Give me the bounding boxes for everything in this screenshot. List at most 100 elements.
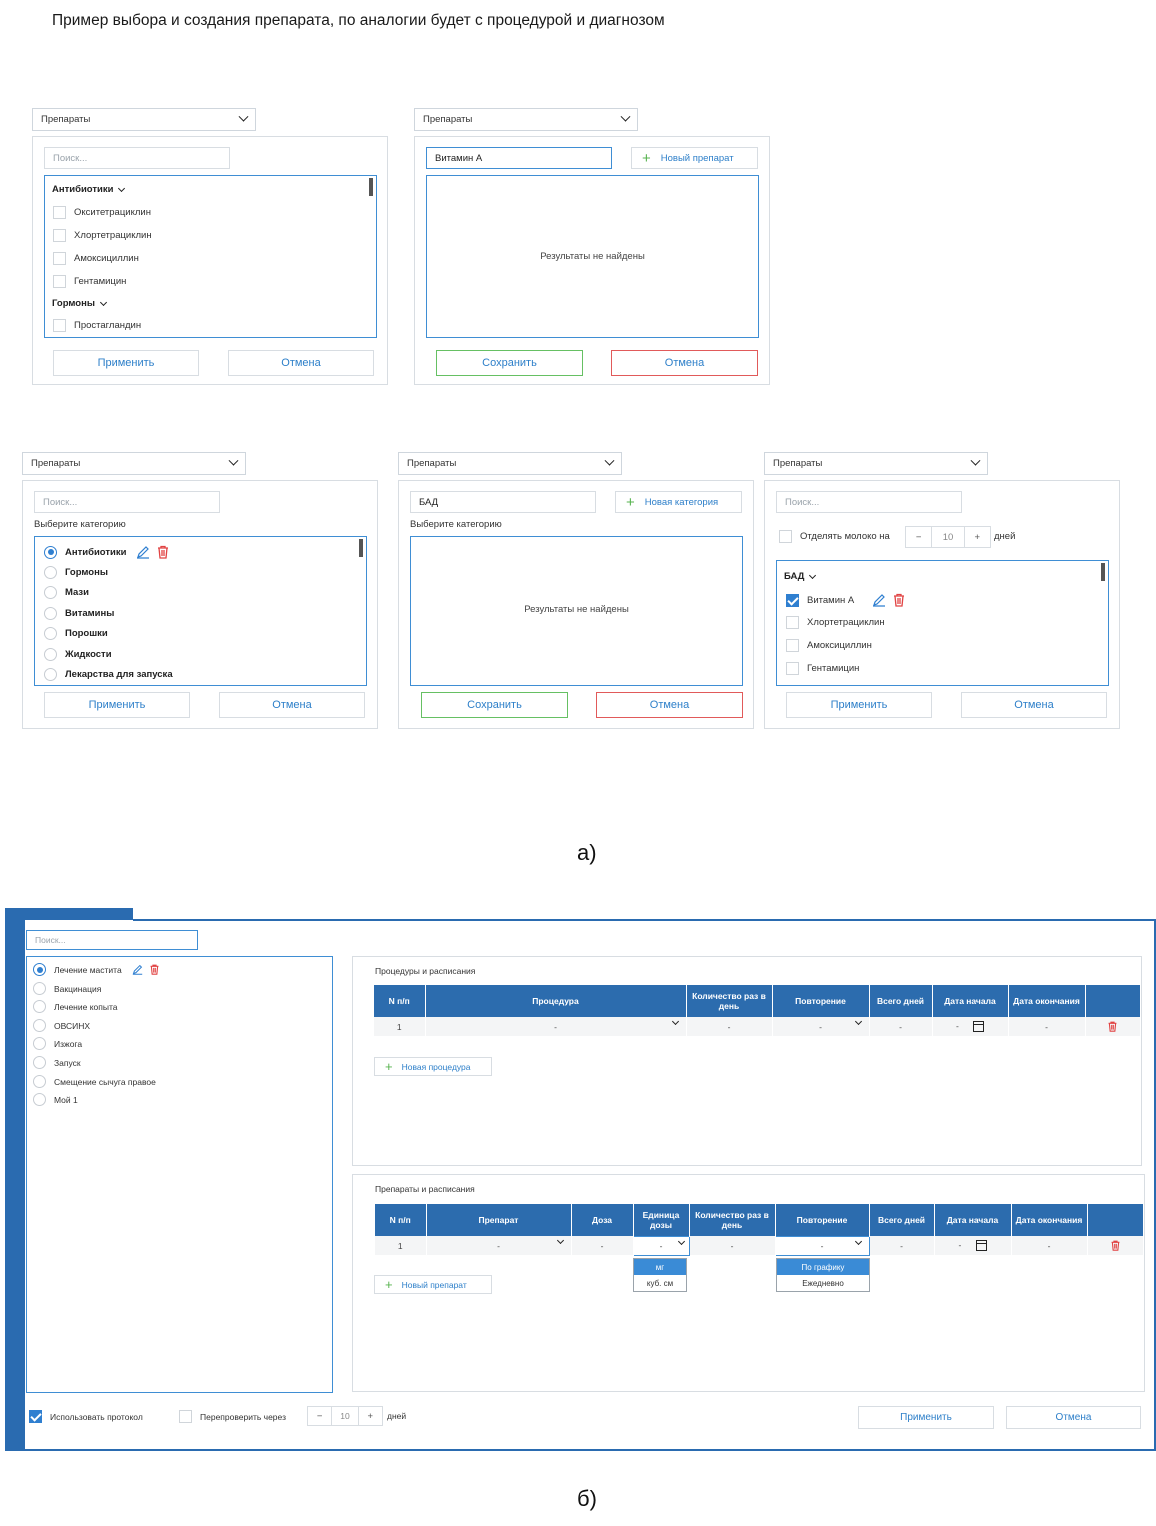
diagnosis-item[interactable]: ОВСИНХ: [33, 1019, 90, 1032]
diagnosis-item[interactable]: Запуск: [33, 1056, 81, 1069]
list-item[interactable]: Амоксициллин: [786, 639, 872, 652]
drug-name-input[interactable]: Витамин А: [426, 147, 612, 169]
list-item[interactable]: Окситетрациклин: [53, 206, 151, 219]
radio[interactable]: [33, 1093, 46, 1106]
list-item[interactable]: Простагландин: [53, 319, 141, 332]
repeat-select[interactable]: -: [774, 1235, 870, 1256]
group-header[interactable]: БАД: [784, 571, 817, 582]
list-item[interactable]: Гентамицин: [786, 662, 859, 675]
diagnosis-item[interactable]: Лечение копыта: [33, 1000, 118, 1013]
list-item[interactable]: Гентамицин: [53, 275, 126, 288]
end-date-cell[interactable]: -: [1008, 1017, 1086, 1036]
category-item[interactable]: Антибиотики: [44, 545, 170, 559]
apply-button[interactable]: Применить: [44, 692, 190, 718]
minus-button[interactable]: −: [308, 1407, 331, 1425]
checkbox[interactable]: [179, 1410, 192, 1423]
list-item[interactable]: Хлортетрациклин: [786, 616, 885, 629]
checkbox[interactable]: [786, 639, 799, 652]
diagnosis-item[interactable]: Изжога: [33, 1037, 82, 1050]
plus-button[interactable]: +: [359, 1407, 382, 1425]
start-date-cell[interactable]: -: [932, 1017, 1009, 1036]
radio[interactable]: [44, 648, 57, 661]
end-date-cell[interactable]: -: [1011, 1236, 1088, 1255]
radio[interactable]: [44, 607, 57, 620]
total-days-cell[interactable]: -: [869, 1017, 933, 1036]
cancel-button[interactable]: Отмена: [596, 692, 743, 718]
radio[interactable]: [44, 566, 57, 579]
stepper-value[interactable]: 10: [931, 527, 965, 547]
apply-button[interactable]: Применить: [53, 350, 199, 376]
checkbox[interactable]: [53, 275, 66, 288]
drug-select[interactable]: Препараты: [414, 108, 638, 131]
recheck-option[interactable]: Перепроверить через: [179, 1410, 286, 1423]
checkbox[interactable]: [786, 616, 799, 629]
trash-icon[interactable]: [149, 964, 160, 975]
delete-cell[interactable]: [1085, 1017, 1141, 1036]
cancel-button[interactable]: Отмена: [961, 692, 1107, 718]
group-header[interactable]: Антибиотики: [52, 184, 126, 195]
dropdown-option[interactable]: куб. см: [634, 1275, 686, 1291]
checkbox[interactable]: [786, 662, 799, 675]
dropdown-option[interactable]: Ежедневно: [777, 1275, 869, 1291]
new-drug-button[interactable]: + Новый препарат: [631, 147, 758, 169]
calendar-icon[interactable]: [975, 1240, 987, 1252]
search-input[interactable]: Поиск...: [26, 930, 198, 950]
category-item[interactable]: Мази: [44, 586, 89, 599]
milk-days-stepper[interactable]: − 10 +: [905, 526, 991, 548]
radio[interactable]: [33, 982, 46, 995]
radio[interactable]: [44, 627, 57, 640]
cancel-button[interactable]: Отмена: [1006, 1406, 1141, 1429]
radio[interactable]: [44, 586, 57, 599]
stepper-value[interactable]: 10: [331, 1407, 359, 1425]
scrollbar[interactable]: [369, 178, 373, 196]
radio[interactable]: [44, 545, 57, 559]
list-item[interactable]: Амоксициллин: [53, 252, 139, 265]
new-category-button[interactable]: + Новая категория: [615, 491, 742, 513]
checkbox-checked[interactable]: [786, 593, 799, 607]
checkbox[interactable]: [779, 530, 792, 543]
radio[interactable]: [33, 963, 46, 976]
radio[interactable]: [33, 1075, 46, 1088]
apply-button[interactable]: Применить: [858, 1406, 994, 1429]
recheck-days-stepper[interactable]: − 10 +: [307, 1406, 383, 1426]
radio[interactable]: [33, 1019, 46, 1032]
total-days-cell[interactable]: -: [869, 1236, 935, 1255]
trash-icon[interactable]: [892, 593, 906, 607]
dropdown-option[interactable]: По графику: [777, 1259, 869, 1275]
checkbox-checked[interactable]: [29, 1410, 42, 1423]
plus-button[interactable]: +: [965, 527, 990, 547]
cancel-button[interactable]: Отмена: [611, 350, 758, 376]
times-per-day-cell[interactable]: -: [689, 1236, 776, 1255]
repeat-select[interactable]: -: [772, 1017, 870, 1036]
drug-select[interactable]: Препараты: [22, 452, 246, 475]
diagnosis-item[interactable]: Мой 1: [33, 1093, 78, 1106]
use-protocol-option[interactable]: Использовать протокол: [29, 1410, 143, 1423]
trash-icon[interactable]: [1107, 1021, 1118, 1032]
diagnosis-item[interactable]: Смещение сычуга правое: [33, 1075, 156, 1088]
category-item[interactable]: Порошки: [44, 627, 108, 640]
search-input[interactable]: Поиск...: [776, 491, 962, 513]
start-date-cell[interactable]: -: [934, 1236, 1012, 1255]
search-input[interactable]: Поиск...: [34, 491, 220, 513]
drug-select[interactable]: -: [426, 1236, 572, 1255]
radio[interactable]: [33, 1000, 46, 1013]
scrollbar[interactable]: [1101, 563, 1105, 581]
checkbox[interactable]: [53, 229, 66, 242]
cancel-button[interactable]: Отмена: [219, 692, 365, 718]
milk-option[interactable]: Отделять молоко на: [779, 530, 890, 543]
minus-button[interactable]: −: [906, 527, 931, 547]
save-button[interactable]: Сохранить: [436, 350, 583, 376]
scrollbar[interactable]: [359, 539, 363, 557]
delete-cell[interactable]: [1087, 1236, 1144, 1255]
save-button[interactable]: Сохранить: [421, 692, 568, 718]
diagnosis-item[interactable]: Вакцинация: [33, 982, 101, 995]
category-item[interactable]: Гормоны: [44, 566, 108, 579]
pencil-icon[interactable]: [136, 545, 150, 559]
calendar-icon[interactable]: [973, 1021, 984, 1033]
dropdown-option[interactable]: мг: [634, 1259, 686, 1275]
group-header[interactable]: Гормоны: [52, 298, 107, 309]
times-per-day-cell[interactable]: -: [686, 1017, 773, 1036]
pencil-icon[interactable]: [872, 593, 886, 607]
category-item[interactable]: Жидкости: [44, 648, 112, 661]
drug-select[interactable]: Препараты: [764, 452, 988, 475]
